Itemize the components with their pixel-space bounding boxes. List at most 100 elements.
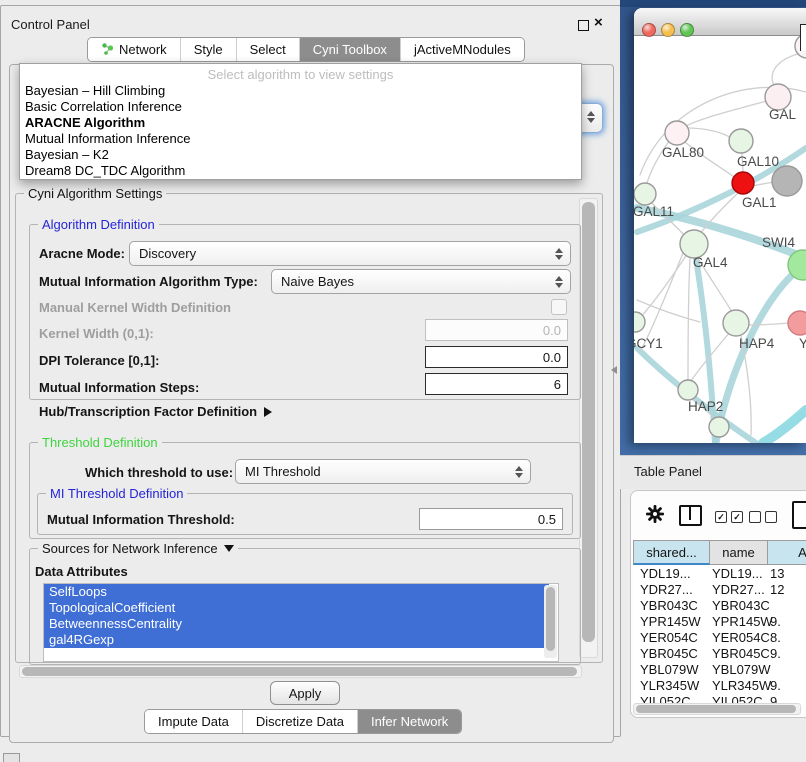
control-panel: Control Panel × Network Style Select Cyni T… (0, 5, 621, 737)
data-attributes-list[interactable]: SelfLoopsTopologicalCoefficientBetweenne… (43, 583, 559, 662)
mac-close-icon[interactable] (642, 23, 656, 37)
gear-icon[interactable] (645, 504, 665, 524)
table-cell: YBL079W (640, 662, 699, 678)
network-node-gal11[interactable] (634, 183, 656, 205)
settings-hscrollbar-thumb[interactable] (22, 667, 577, 676)
tab-label: Cyni Toolbox (313, 42, 387, 57)
algorithm-dropdown[interactable]: Select algorithm to view settings Bayesi… (19, 63, 582, 180)
tab-label: Impute Data (158, 714, 229, 729)
network-window-titlebar[interactable] (634, 8, 806, 36)
manual-kernel-width-checkbox[interactable] (551, 299, 567, 315)
column-header-a[interactable]: A (768, 540, 806, 565)
panel-divider-collapse-icon[interactable] (611, 366, 617, 374)
table-cell: 9. (770, 694, 781, 703)
network-node[interactable] (772, 166, 802, 196)
table-row[interactable]: YDL19...YDL19...13 (633, 566, 805, 582)
mac-zoom-icon[interactable] (680, 23, 694, 37)
dropdown-item-basic-correlation-inference[interactable]: Basic Correlation Inference (20, 99, 581, 115)
network-node-gal4[interactable] (680, 230, 708, 258)
table-cell: YBR045C (640, 646, 698, 662)
attribute-item-betweennesscentrality[interactable]: BetweennessCentrality (44, 616, 549, 632)
table-cell: 9. (770, 678, 781, 694)
sources-title-row[interactable]: Sources for Network Inference (38, 541, 238, 556)
tab-style[interactable]: Style (181, 38, 237, 61)
attribute-item-selfloops[interactable]: SelfLoops (44, 584, 549, 600)
network-node[interactable] (709, 417, 729, 437)
hub-definition-toggle[interactable]: Hub/Transcription Factor Definition (39, 404, 272, 419)
sources-title: Sources for Network Inference (42, 541, 218, 556)
network-canvas[interactable]: GALGAL80GAL10GAL1GAL11GAL4SWI4GCY1HAP4YH… (634, 36, 806, 443)
table-row[interactable]: YDR27...YDR27...12 (633, 582, 805, 598)
table-cell: YDL19... (640, 566, 691, 582)
tab-cyni-toolbox[interactable]: Cyni Toolbox (300, 38, 401, 61)
threshold-definition-title: Threshold Definition (38, 435, 162, 450)
table-row[interactable]: YBL079WYBL079W (633, 662, 805, 678)
dropdown-item-aracne-algorithm[interactable]: ARACNE Algorithm (20, 115, 581, 131)
table-cell: 9. (770, 646, 781, 662)
attributes-scrollbar-thumb[interactable] (546, 587, 555, 651)
unchecked-columns-icon[interactable] (749, 511, 777, 523)
settings-scrollbar-thumb[interactable] (582, 202, 595, 642)
network-node-gal1[interactable] (732, 172, 754, 194)
data-attributes-label: Data Attributes (35, 564, 128, 579)
cyni-algorithm-settings-title: Cyni Algorithm Settings (24, 186, 166, 201)
table-row[interactable]: YBR043CYBR043C (633, 598, 805, 614)
bottom-corner-icon[interactable] (3, 753, 20, 762)
table-row[interactable]: YPR145WYPR145W9. (633, 614, 805, 630)
table-row[interactable]: YLR345WYLR345W9. (633, 678, 805, 694)
table-cell: YPR145W (712, 614, 773, 630)
table-row[interactable]: YIL052CYIL052C9. (633, 694, 805, 703)
network-node-hap4[interactable] (723, 310, 749, 336)
column-header-name[interactable]: name (710, 540, 768, 565)
table-rows[interactable]: YDL19...YDL19...13YDR27...YDR27...12YBR0… (633, 566, 805, 703)
mi-steps-field[interactable]: 6 (425, 373, 568, 395)
table-hscrollbar-thumb[interactable] (636, 705, 796, 713)
combo-stepper-icon (555, 276, 563, 288)
network-node-gal10[interactable] (729, 129, 753, 153)
network-node-gal80[interactable] (665, 121, 689, 145)
document-icon[interactable] (792, 501, 806, 529)
split-view-icon[interactable] (679, 505, 702, 526)
aracne-mode-combo[interactable]: Discovery (129, 241, 571, 266)
table-row[interactable]: YBR045CYBR045C9. (633, 646, 805, 662)
tab-impute-data[interactable]: Impute Data (145, 710, 243, 733)
network-node-label: SWI4 (762, 235, 795, 250)
apply-button[interactable]: Apply (270, 681, 340, 705)
network-node-y[interactable] (788, 311, 806, 335)
float-window-icon[interactable] (578, 20, 589, 31)
network-node-label: HAP2 (688, 399, 723, 414)
tab-label: Discretize Data (256, 714, 344, 729)
kernel-width-field[interactable]: 0.0 (425, 319, 568, 341)
mi-algorithm-type-combo[interactable]: Naive Bayes (271, 269, 571, 294)
tab-discretize-data[interactable]: Discretize Data (243, 710, 358, 733)
mac-minimize-icon[interactable] (661, 23, 675, 37)
tab-infer-network[interactable]: Infer Network (358, 710, 461, 733)
dpi-tolerance-field[interactable]: 0.0 (425, 346, 568, 368)
which-threshold-value: MI Threshold (245, 464, 321, 479)
checked-columns-icon[interactable]: ✓✓ (715, 511, 743, 523)
dropdown-item-bayesian-hill-climbing[interactable]: Bayesian – Hill Climbing (20, 83, 581, 99)
tab-label: Style (194, 42, 223, 57)
dropdown-item-mutual-information-inference[interactable]: Mutual Information Inference (20, 131, 581, 147)
control-panel-title: Control Panel (11, 17, 90, 32)
tab-jactivemnodules[interactable]: jActiveMNodules (401, 38, 524, 61)
table-row[interactable]: YER054CYER054C8. (633, 630, 805, 646)
algorithm-definition-title: Algorithm Definition (38, 217, 159, 232)
which-threshold-combo[interactable]: MI Threshold (235, 459, 531, 484)
tab-network[interactable]: Network (88, 38, 181, 61)
dropdown-item-bayesian-k2[interactable]: Bayesian – K2 (20, 147, 581, 163)
tab-label: Select (250, 42, 286, 57)
table-cell: YBR043C (712, 598, 770, 614)
dropdown-item-dream8-dc-tdc-algorithm[interactable]: Dream8 DC_TDC Algorithm (20, 163, 581, 179)
expand-right-icon (264, 407, 272, 417)
close-icon[interactable]: × (594, 14, 603, 31)
attribute-item-topologicalcoefficient[interactable]: TopologicalCoefficient (44, 600, 549, 616)
tab-select[interactable]: Select (237, 38, 300, 61)
network-node-hap2[interactable] (678, 380, 698, 400)
column-header-shared-[interactable]: shared... (633, 540, 710, 565)
manual-kernel-width-label: Manual Kernel Width Definition (39, 300, 231, 315)
mi-threshold-field[interactable]: 0.5 (419, 508, 563, 530)
attribute-item-gal4rgexp[interactable]: gal4RGexp (44, 632, 549, 648)
combo-stepper-icon (515, 466, 523, 478)
desktop-background-top (620, 0, 806, 7)
